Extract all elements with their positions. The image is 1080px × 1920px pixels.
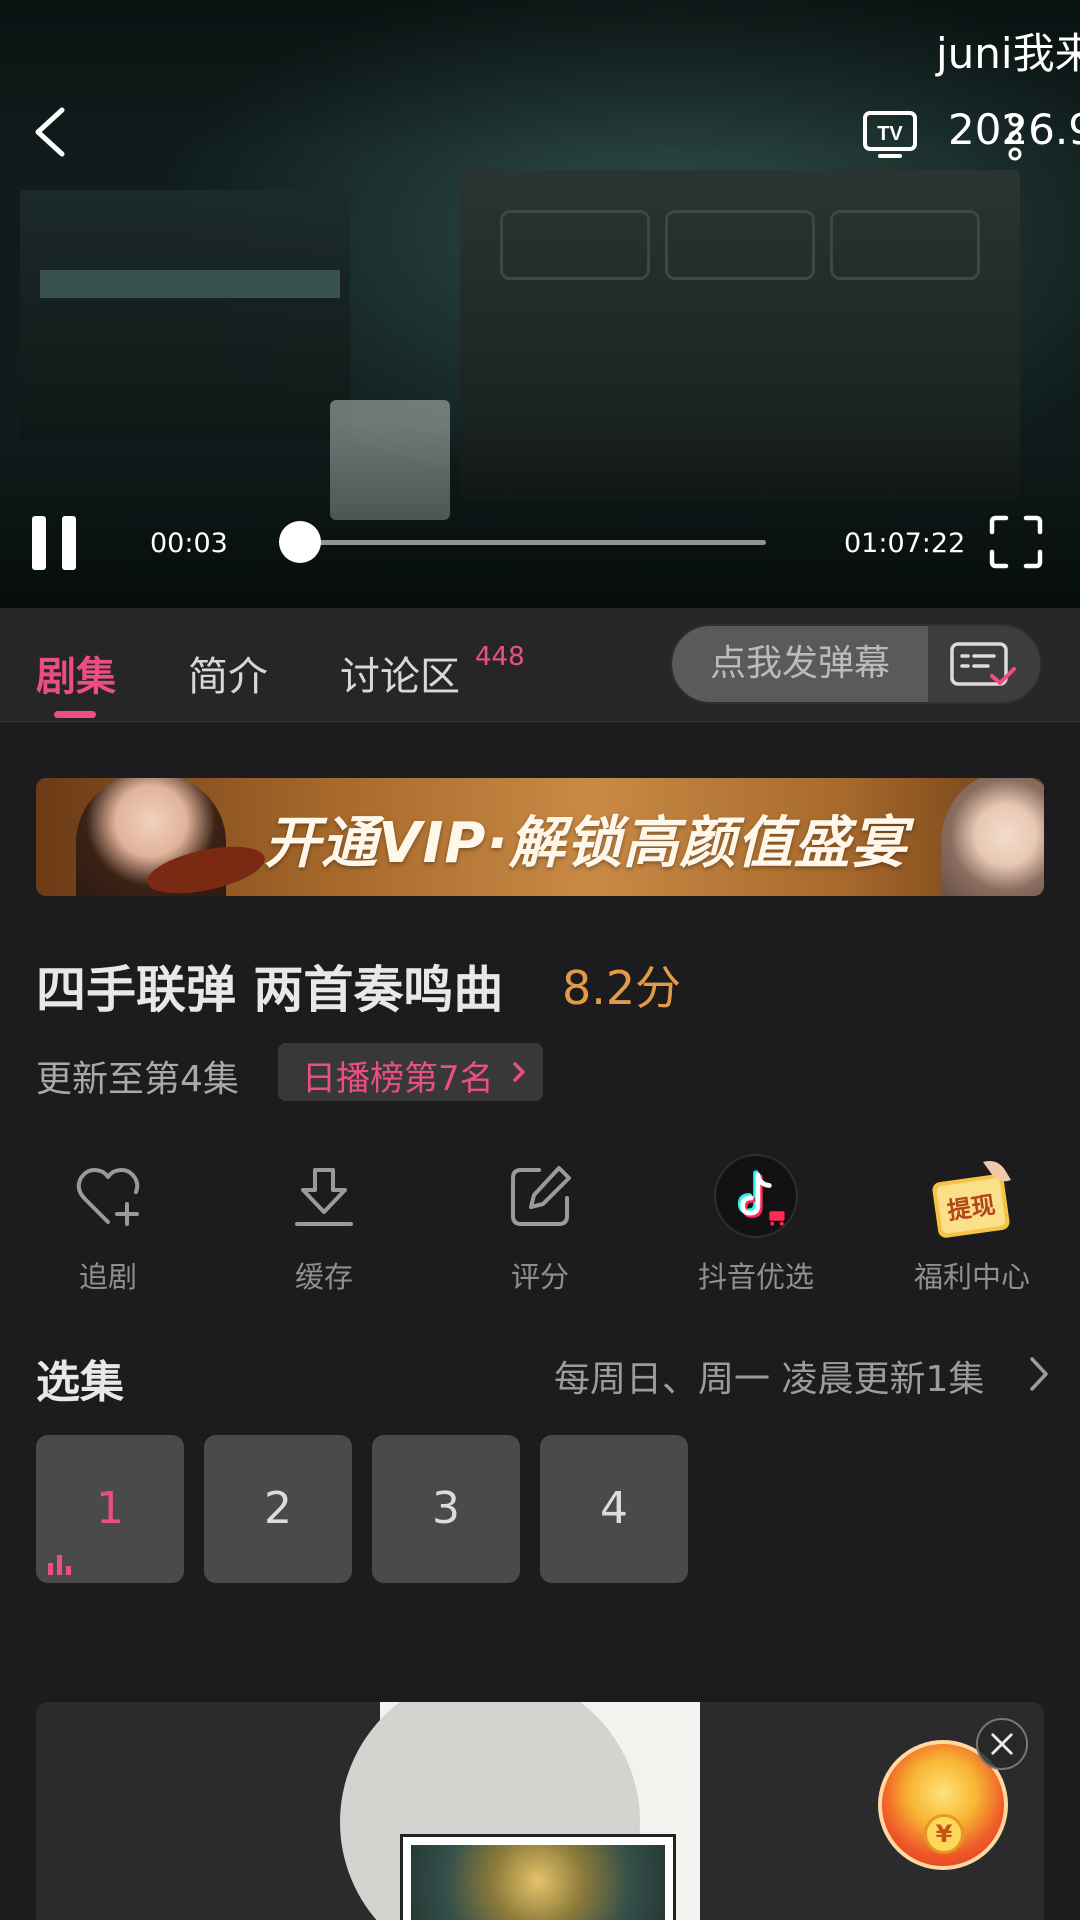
episode-button-2[interactable]: 2 xyxy=(204,1435,352,1583)
follow-show-label: 追剧 xyxy=(78,1260,137,1294)
danmu-input[interactable]: 点我发弹幕 xyxy=(672,626,928,702)
svg-text:TV: TV xyxy=(877,123,903,145)
progress-thumb[interactable] xyxy=(278,521,321,563)
episode-section-title: 选集 xyxy=(36,1357,124,1408)
rate-button[interactable]: 评分 xyxy=(460,1150,620,1300)
fullscreen-icon[interactable] xyxy=(988,514,1044,570)
episode-button-1[interactable]: 1 xyxy=(36,1435,184,1583)
show-title: 四手联弹 两首奏鸣曲 xyxy=(36,961,504,1019)
update-status: 更新至第4集 xyxy=(36,1059,239,1100)
video-player[interactable]: juni我来 TV 2026.9 00:03 01:07:22 xyxy=(0,0,1080,608)
pause-button[interactable] xyxy=(32,516,78,570)
progress-bar[interactable] xyxy=(278,521,766,563)
follow-show-button[interactable]: 追剧 xyxy=(28,1150,188,1300)
vip-banner[interactable]: 开通VIP·解锁高颜值盛宴 xyxy=(36,778,1044,896)
rate-label: 评分 xyxy=(510,1260,569,1294)
watermark-text: juni我来 xyxy=(936,29,1080,78)
episode-number: 3 xyxy=(432,1483,460,1534)
current-time: 00:03 xyxy=(150,528,228,559)
heart-plus-icon xyxy=(76,1168,140,1226)
danmu-settings-icon[interactable] xyxy=(928,626,1040,702)
douyin-shop-label: 抖音优选 xyxy=(697,1260,814,1294)
danmu-control: 点我发弹幕 xyxy=(670,624,1042,704)
recommendation-poster xyxy=(340,1702,700,1920)
withdraw-icon: 提现 xyxy=(932,1161,1011,1238)
chevron-right-icon xyxy=(513,1062,525,1082)
episode-number: 2 xyxy=(264,1483,292,1534)
tv-cast-icon[interactable]: TV xyxy=(862,110,918,160)
total-time: 01:07:22 xyxy=(844,528,966,559)
update-schedule[interactable]: 每周日、周一 凌晨更新1集 xyxy=(554,1350,984,1402)
chevron-right-icon[interactable] xyxy=(1028,1355,1050,1393)
download-button[interactable]: 缓存 xyxy=(244,1150,404,1300)
tab-discussion[interactable]: 讨论区 xyxy=(340,644,460,702)
back-arrow-icon[interactable] xyxy=(28,104,72,160)
douyin-shop-button[interactable]: 抖音优选 xyxy=(676,1150,836,1300)
edit-icon xyxy=(511,1166,571,1226)
tab-active-indicator xyxy=(54,711,96,718)
episode-button-4[interactable]: 4 xyxy=(540,1435,688,1583)
show-score: 8.2分 xyxy=(562,961,682,1015)
welfare-center-button[interactable]: 提现 福利中心 xyxy=(892,1150,1052,1300)
tab-intro[interactable]: 简介 xyxy=(188,644,268,702)
download-icon xyxy=(295,1168,353,1226)
welfare-center-label: 福利中心 xyxy=(913,1260,1030,1294)
discussion-count-badge: 448 xyxy=(475,642,525,672)
tab-episodes[interactable]: 剧集 xyxy=(36,644,116,702)
more-options-icon[interactable] xyxy=(1003,112,1027,162)
rank-badge[interactable]: 日播榜第7名 xyxy=(278,1043,543,1101)
now-playing-icon xyxy=(48,1555,71,1575)
banner-actor-image xyxy=(941,778,1044,896)
episode-button-3[interactable]: 3 xyxy=(372,1435,520,1583)
episode-number: 4 xyxy=(600,1483,628,1534)
download-label: 缓存 xyxy=(294,1260,353,1294)
banner-text: 开通VIP·解锁高颜值盛宴 xyxy=(264,811,908,876)
rank-badge-label: 日播榜第7名 xyxy=(302,1059,494,1099)
episode-number: 1 xyxy=(96,1483,124,1534)
douyin-logo xyxy=(714,1154,798,1238)
coin-icon: ¥ xyxy=(924,1814,964,1854)
close-icon[interactable] xyxy=(976,1718,1028,1770)
